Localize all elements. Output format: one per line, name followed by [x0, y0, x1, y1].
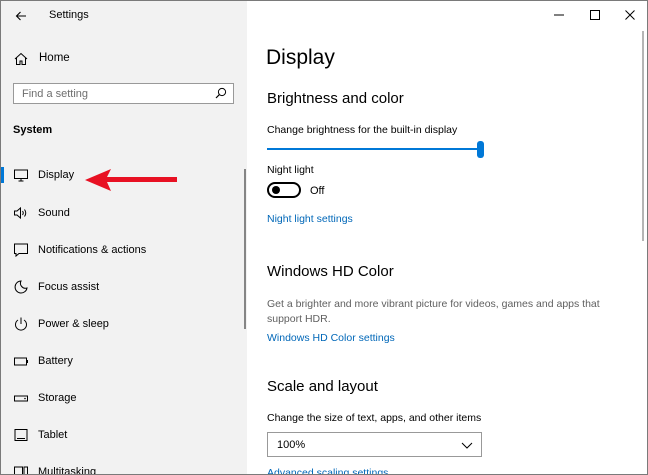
scale-dropdown[interactable]: 100%	[267, 432, 482, 457]
speaker-icon	[14, 206, 27, 220]
back-arrow-icon	[15, 11, 26, 21]
sidebar-scrollbar[interactable]	[244, 169, 246, 329]
maximize-button[interactable]	[577, 1, 613, 29]
sidebar-item-power-sleep[interactable]: Power & sleep	[1, 308, 241, 340]
hdr-heading: Windows HD Color	[267, 263, 394, 280]
sidebar-item-label: Focus assist	[38, 281, 100, 293]
back-button[interactable]	[7, 4, 35, 28]
close-icon	[625, 10, 635, 20]
slider-thumb[interactable]	[477, 141, 484, 158]
sidebar-item-tablet[interactable]: Tablet	[1, 419, 241, 451]
close-button[interactable]	[612, 1, 647, 29]
maximize-icon	[590, 10, 600, 20]
sidebar-item-label: Battery	[38, 355, 73, 367]
sidebar-item-label: Notifications & actions	[38, 244, 147, 256]
sidebar-item-label: Power & sleep	[38, 318, 109, 330]
scale-label: Change the size of text, apps, and other…	[267, 412, 482, 424]
sidebar-item-battery[interactable]: Battery	[1, 345, 241, 377]
sidebar-item-label: Tablet	[38, 429, 68, 441]
sidebar-item-label: Storage	[38, 392, 77, 404]
selection-indicator	[1, 167, 4, 183]
sidebar-item-notifications[interactable]: Notifications & actions	[1, 234, 241, 266]
search-icon[interactable]	[215, 87, 227, 99]
notification-icon	[14, 243, 28, 258]
search-input[interactable]	[14, 84, 212, 103]
settings-window: Settings Home System Display	[0, 0, 648, 475]
sidebar-item-storage[interactable]: Storage	[1, 382, 241, 414]
app-title: Settings	[49, 9, 89, 21]
battery-icon	[14, 357, 28, 366]
red-arrow-annotation	[85, 169, 177, 191]
advanced-scaling-link[interactable]: Advanced scaling settings	[267, 467, 388, 474]
sidebar-item-focus-assist[interactable]: Focus assist	[1, 271, 241, 303]
toggle-knob	[272, 186, 280, 194]
home-icon	[14, 52, 28, 65]
hdr-description: Get a brighter and more vibrant picture …	[267, 298, 600, 325]
dropdown-value: 100%	[277, 439, 306, 451]
storage-icon	[14, 395, 28, 402]
sidebar-item-multitasking[interactable]: Multitasking	[1, 456, 241, 475]
night-light-toggle[interactable]	[267, 182, 301, 198]
power-icon	[15, 317, 27, 331]
sidebar-item-label: Multitasking	[38, 466, 97, 475]
chevron-down-icon	[461, 442, 473, 449]
title-bar: Settings	[1, 1, 247, 31]
main-content: Display Brightness and color Change brig…	[247, 1, 647, 474]
night-light-settings-link[interactable]: Night light settings	[267, 213, 353, 225]
brightness-label: Change brightness for the built-in displ…	[267, 124, 458, 136]
minimize-icon	[554, 14, 564, 16]
main-scrollbar[interactable]	[642, 31, 644, 241]
tablet-icon	[14, 429, 28, 441]
slider-track	[267, 148, 479, 150]
sidebar-item-label: Home	[39, 52, 70, 64]
section-header: System	[13, 124, 53, 136]
sidebar-item-label: Display	[38, 169, 75, 181]
page-title: Display	[266, 46, 335, 69]
monitor-icon	[14, 169, 28, 182]
sidebar-item-sound[interactable]: Sound	[1, 197, 241, 229]
night-light-state: Off	[310, 185, 325, 197]
moon-icon	[14, 280, 28, 294]
search-box[interactable]	[13, 83, 234, 104]
brightness-heading: Brightness and color	[267, 90, 404, 107]
brightness-slider[interactable]	[267, 141, 484, 159]
scale-heading: Scale and layout	[267, 378, 378, 395]
minimize-button[interactable]	[541, 1, 577, 29]
sidebar: Settings Home System Display	[1, 1, 247, 474]
sidebar-item-label: Sound	[38, 207, 70, 219]
night-light-label: Night light	[267, 164, 314, 176]
sidebar-item-home[interactable]: Home	[1, 45, 247, 73]
multitasking-icon	[14, 466, 28, 474]
hdr-settings-link[interactable]: Windows HD Color settings	[267, 332, 395, 344]
